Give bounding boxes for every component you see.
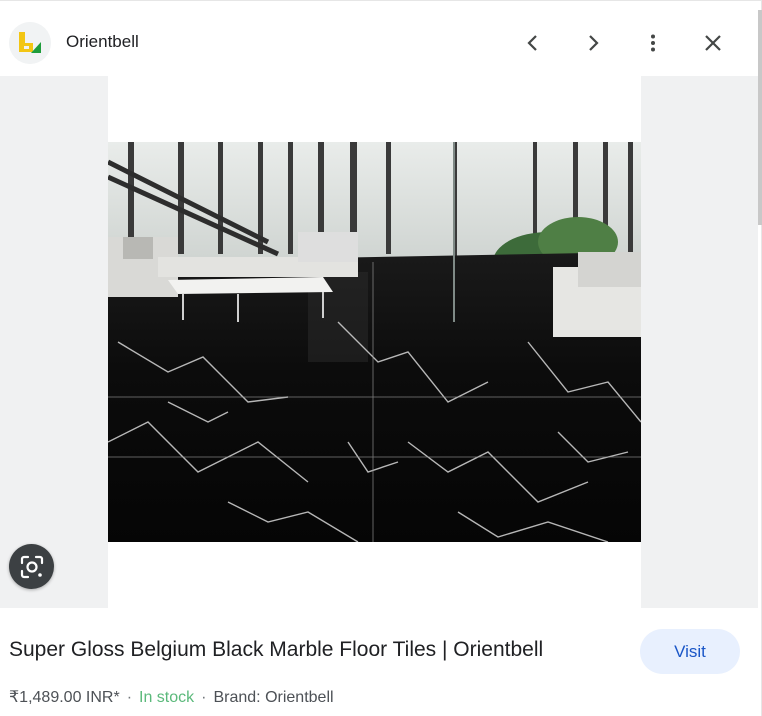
orientbell-logo-icon xyxy=(9,22,51,64)
back-button[interactable] xyxy=(516,26,550,60)
scrollbar[interactable] xyxy=(758,10,762,225)
image-frame xyxy=(108,76,641,608)
site-name[interactable]: Orientbell xyxy=(66,32,139,52)
brand: Brand: Orientbell xyxy=(213,689,334,706)
image-preview-area xyxy=(0,76,758,608)
product-title[interactable]: Super Gloss Belgium Black Marble Floor T… xyxy=(9,638,543,662)
product-meta: ₹1,489.00 INR* · In stock · Brand: Orientbel… xyxy=(9,687,334,707)
close-button[interactable] xyxy=(696,26,730,60)
close-icon xyxy=(705,35,721,51)
viewer-header: Orientbell xyxy=(0,10,762,76)
image-viewer-panel: Orientbell Super Gloss Belgium Black Mar… xyxy=(0,0,762,716)
more-vert-icon xyxy=(651,34,655,52)
price: ₹1,489.00 INR* xyxy=(9,689,120,706)
lens-search-button[interactable] xyxy=(9,544,54,589)
product-image[interactable] xyxy=(108,142,641,542)
forward-button[interactable] xyxy=(576,26,610,60)
back-icon xyxy=(527,35,537,51)
separator: · xyxy=(126,689,133,706)
site-logo[interactable] xyxy=(9,22,51,64)
more-options-button[interactable] xyxy=(636,26,670,60)
visit-button[interactable]: Visit xyxy=(640,629,740,674)
lens-icon xyxy=(20,555,43,578)
stock-status: In stock xyxy=(139,689,195,706)
separator: · xyxy=(201,689,207,706)
forward-icon xyxy=(589,35,599,51)
